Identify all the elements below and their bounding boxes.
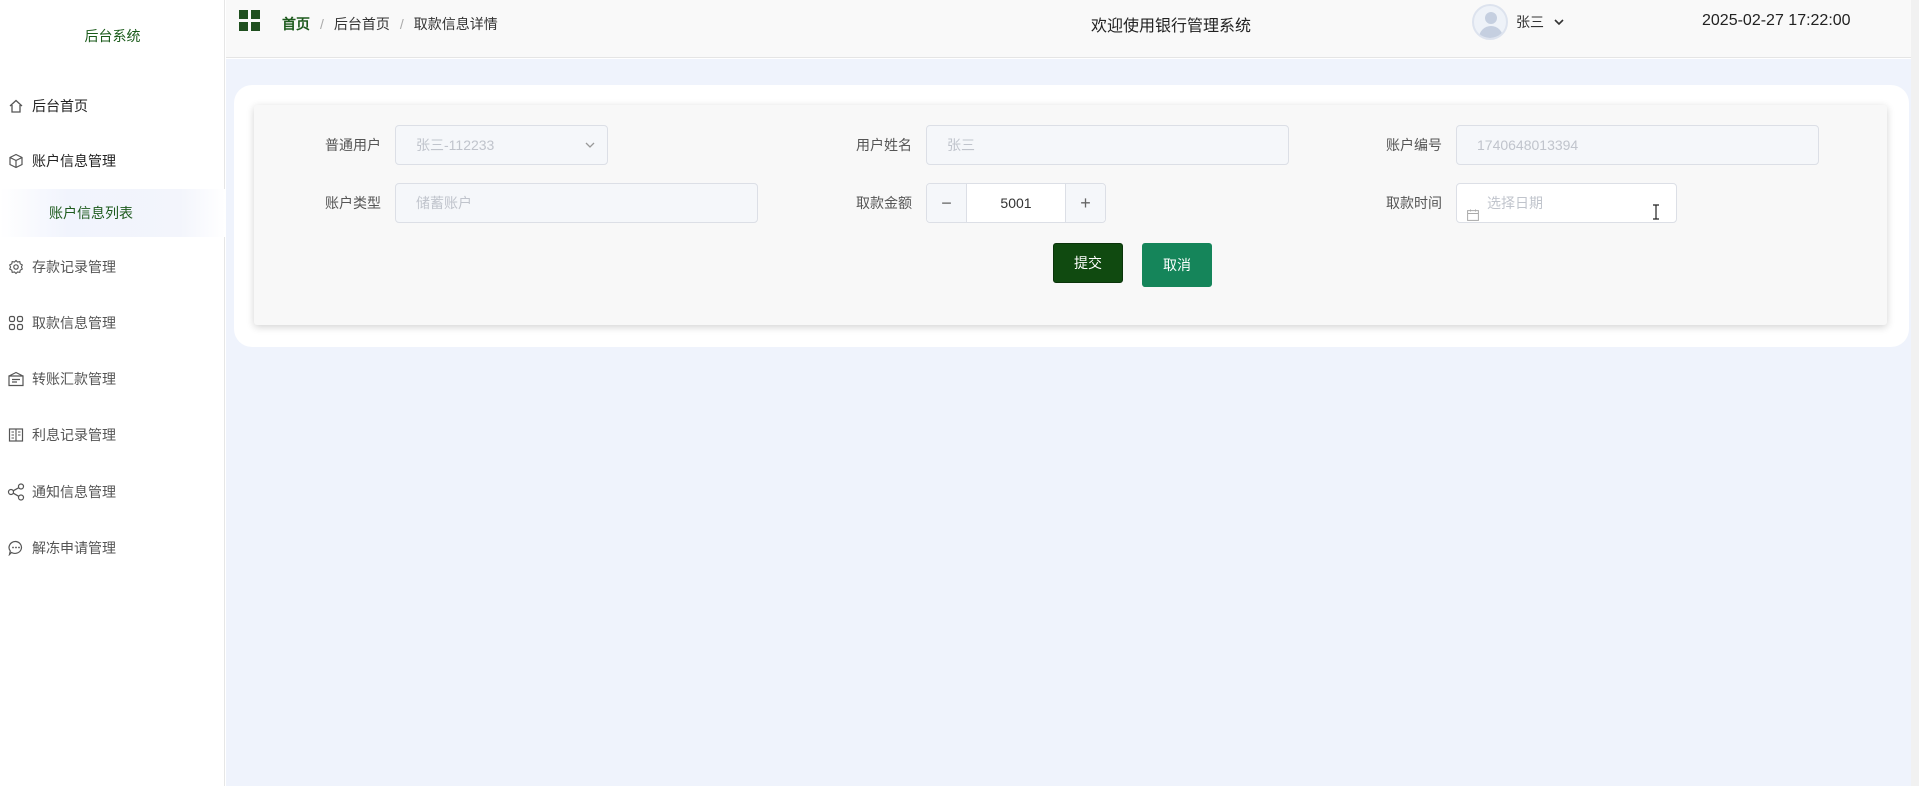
current-datetime: 2025-02-27 17:22:00 <box>1702 12 1851 29</box>
book-icon <box>6 425 26 445</box>
sidebar-item-deposit[interactable]: 存款记录管理 <box>0 247 225 287</box>
breadcrumb-separator: / <box>320 16 324 32</box>
main-content: 普通用户 张三-112233 用户姓名 张三 账户编号 174064801339… <box>226 59 1911 786</box>
calendar-icon <box>1467 197 1479 221</box>
home-icon <box>6 96 26 116</box>
page-title: 欢迎使用银行管理系统 <box>1090 18 1251 35</box>
breadcrumb-home[interactable]: 首页 <box>282 14 310 34</box>
chat-icon <box>6 538 26 558</box>
sidebar: 后台系统 后台首页 账户信息管理 账户信息列表 存款记录管理 取款信息管理 转账… <box>0 0 225 786</box>
account-type-label: 账户类型 <box>325 195 381 211</box>
sidebar-item-label: 通知信息管理 <box>32 484 116 500</box>
content-card: 普通用户 张三-112233 用户姓名 张三 账户编号 174064801339… <box>234 85 1909 347</box>
top-header: 首页 / 后台首页 / 取款信息详情 欢迎使用银行管理系统 张三 2025-02… <box>226 0 1919 58</box>
sidebar-item-unfreeze[interactable]: 解冻申请管理 <box>0 528 225 568</box>
sidebar-item-label: 利息记录管理 <box>32 427 116 443</box>
sidebar-item-transfer[interactable]: 转账汇款管理 <box>0 359 225 399</box>
chevron-down-icon <box>585 126 595 164</box>
sidebar-item-label: 转账汇款管理 <box>32 371 116 387</box>
account-type-field[interactable]: 储蓄账户 <box>395 183 758 223</box>
sidebar-item-dashboard[interactable]: 后台首页 <box>0 86 225 126</box>
withdraw-time-placeholder: 选择日期 <box>1487 195 1543 211</box>
menu-grid-icon[interactable] <box>239 10 261 32</box>
user-name[interactable]: 张三 <box>1516 12 1544 32</box>
breadcrumb-dashboard[interactable]: 后台首页 <box>334 14 390 34</box>
brand-title: 后台系统 <box>84 28 141 44</box>
account-no-label: 账户编号 <box>1386 137 1442 153</box>
share-icon <box>6 482 26 502</box>
amount-label: 取款金额 <box>856 195 912 211</box>
submit-button[interactable]: 提交 <box>1053 243 1123 283</box>
user-name-value: 张三 <box>947 137 975 153</box>
withdraw-detail-form: 普通用户 张三-112233 用户姓名 张三 账户编号 174064801339… <box>254 105 1887 325</box>
amount-stepper[interactable]: − 5001 + <box>926 183 1106 223</box>
sidebar-item-interest[interactable]: 利息记录管理 <box>0 415 225 455</box>
sidebar-item-label: 取款信息管理 <box>32 315 116 331</box>
sidebar-item-label: 账户信息管理 <box>32 153 116 169</box>
scrollbar[interactable] <box>1911 0 1919 786</box>
sidebar-item-label: 后台首页 <box>32 98 88 114</box>
account-type-value: 储蓄账户 <box>416 195 472 211</box>
decrease-button[interactable]: − <box>927 184 967 222</box>
sidebar-item-label: 存款记录管理 <box>32 259 116 275</box>
bank-icon <box>6 369 26 389</box>
sidebar-item-account-info[interactable]: 账户信息管理 <box>0 141 225 181</box>
gear-icon <box>6 257 26 277</box>
user-menu[interactable]: 张三 <box>1472 2 1564 42</box>
sidebar-item-notice[interactable]: 通知信息管理 <box>0 472 225 512</box>
user-name-field[interactable]: 张三 <box>926 125 1289 165</box>
normal-user-label: 普通用户 <box>325 137 381 153</box>
avatar[interactable] <box>1472 4 1508 40</box>
amount-value[interactable]: 5001 <box>967 184 1065 222</box>
sidebar-item-label: 解冻申请管理 <box>32 540 116 556</box>
breadcrumb: 首页 / 后台首页 / 取款信息详情 <box>282 14 498 34</box>
cube-icon <box>6 151 26 171</box>
normal-user-select[interactable]: 张三-112233 <box>395 125 608 165</box>
account-no-field[interactable]: 1740648013394 <box>1456 125 1819 165</box>
apps-icon <box>6 313 26 333</box>
breadcrumb-separator: / <box>399 16 404 32</box>
normal-user-value: 张三-112233 <box>416 137 495 153</box>
withdraw-time-picker[interactable]: 选择日期 <box>1456 183 1677 223</box>
sidebar-item-withdraw[interactable]: 取款信息管理 <box>0 303 225 343</box>
user-name-label: 用户姓名 <box>856 137 912 153</box>
sidebar-subitem-account-list[interactable]: 账户信息列表 <box>0 189 225 237</box>
cancel-button[interactable]: 取消 <box>1142 243 1212 287</box>
chevron-down-icon[interactable] <box>1554 15 1564 29</box>
withdraw-time-label: 取款时间 <box>1386 195 1442 211</box>
breadcrumb-current: 取款信息详情 <box>413 16 498 32</box>
account-no-value: 1740648013394 <box>1477 137 1579 153</box>
sidebar-subitem-label: 账户信息列表 <box>49 205 133 221</box>
text-cursor-icon <box>1652 196 1660 220</box>
increase-button[interactable]: + <box>1065 184 1105 222</box>
